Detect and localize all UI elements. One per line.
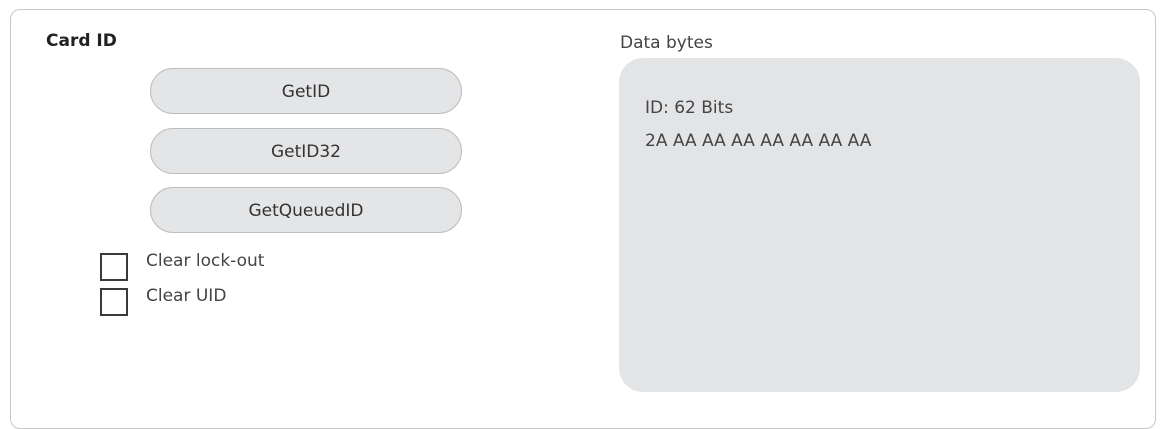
data-bytes-label: Data bytes <box>620 33 713 53</box>
clear-lockout-row: Clear lock-out <box>100 251 264 283</box>
clear-lockout-label: Clear lock-out <box>146 251 265 271</box>
clear-uid-checkbox[interactable] <box>100 288 128 316</box>
data-bytes-output: ID: 62 Bits 2A AA AA AA AA AA AA AA <box>619 58 1140 392</box>
get-queued-id-button[interactable]: GetQueuedID <box>150 187 462 233</box>
data-bytes-line: 2A AA AA AA AA AA AA AA <box>645 131 872 151</box>
get-id32-button[interactable]: GetID32 <box>150 128 462 174</box>
get-id-button[interactable]: GetID <box>150 68 462 114</box>
clear-uid-label: Clear UID <box>146 286 227 306</box>
data-bytes-line: ID: 62 Bits <box>645 98 734 118</box>
clear-uid-row: Clear UID <box>100 286 226 318</box>
section-title: Card ID <box>46 31 117 51</box>
clear-lockout-checkbox[interactable] <box>100 253 128 281</box>
